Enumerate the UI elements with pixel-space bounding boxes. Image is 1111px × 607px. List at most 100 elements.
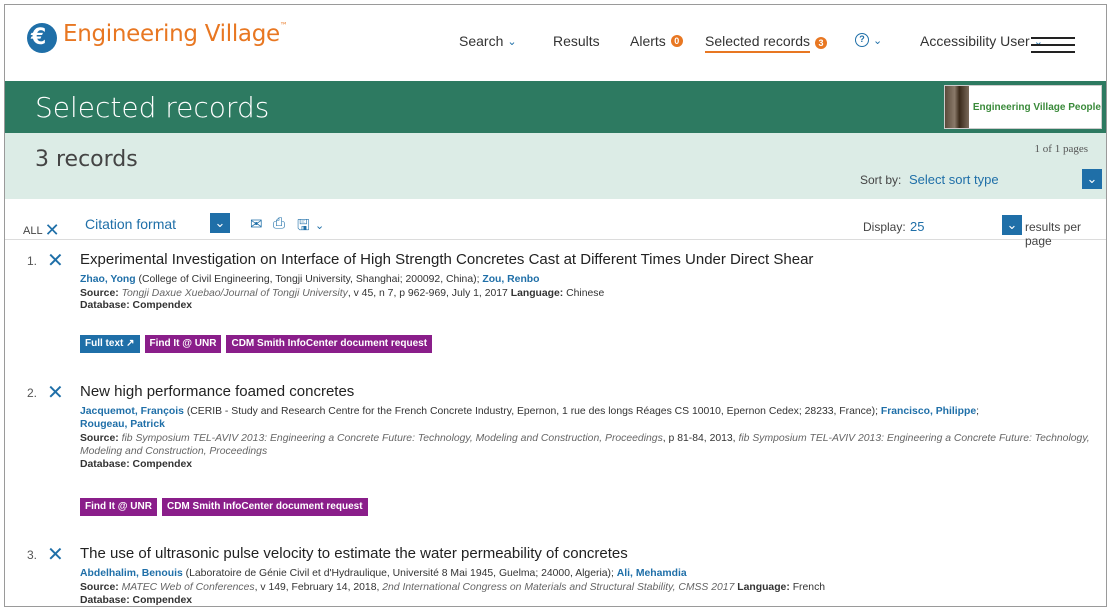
chevron-down-icon[interactable]: ⌄ — [315, 219, 324, 232]
author-separator: ; — [976, 406, 980, 417]
author-affiliation: (CERIB - Study and Research Centre for t… — [183, 406, 881, 417]
chevron-down-icon: ⌄ — [873, 34, 883, 47]
database-label: Database: — [80, 459, 130, 470]
source-label: Source: — [80, 288, 119, 299]
source-title: MATEC Web of Conferences — [121, 582, 255, 593]
full-text-button[interactable]: Full text ↗ — [80, 335, 140, 353]
nav-alerts-label: Alerts — [630, 33, 666, 49]
record-authors: Abdelhalim, Benouis (Laboratoire de Géni… — [80, 567, 1090, 580]
help-icon: ? — [855, 33, 869, 47]
database-label: Database: — [80, 300, 130, 311]
nav-selected-records[interactable]: Selected records 3 — [705, 33, 828, 53]
record-title[interactable]: Experimental Investigation on Interface … — [80, 251, 813, 268]
remove-record-close-icon[interactable]: ✕ — [47, 542, 64, 567]
record-number: 3. — [27, 548, 38, 562]
language-value: Chinese — [563, 288, 605, 299]
nav-user-menu[interactable]: Accessibility User ⌄ — [920, 33, 1043, 49]
page-indicator: 1 of 1 pages — [1034, 143, 1088, 155]
page-title-band: Selected records Engineering Village Peo… — [5, 81, 1106, 133]
email-icon[interactable]: ✉ — [250, 215, 263, 233]
alerts-badge: 0 — [670, 35, 683, 47]
record-actions: Find It @ UNR CDM Smith InfoCenter docum… — [80, 498, 368, 516]
app-frame: € Engineering Village™ Search ⌄ Results … — [4, 4, 1107, 607]
source-title: fib Symposium TEL-AVIV 2013: Engineering… — [121, 433, 663, 444]
author-affiliation: (College of Civil Engineering, Tongji Un… — [135, 274, 483, 285]
chevron-down-icon: ⌄ — [507, 35, 517, 48]
citation-format-chevron-icon[interactable]: ⌄ — [210, 213, 230, 233]
remove-all-button[interactable]: ALL ✕ — [23, 218, 60, 240]
source-label: Source: — [80, 582, 119, 593]
source-details: , p 81-84, 2013, — [662, 433, 739, 444]
record-number: 2. — [27, 386, 38, 400]
record-number: 1. — [27, 254, 38, 268]
engineering-village-logo-icon[interactable]: € — [27, 23, 57, 53]
trademark-symbol: ™ — [279, 21, 288, 30]
language-label: Language: — [510, 288, 564, 299]
results-per-page-chevron-icon[interactable]: ⌄ — [1002, 215, 1022, 235]
nav-selected-records-label: Selected records — [705, 33, 811, 53]
source-conference: 2nd International Congress on Materials … — [382, 582, 735, 593]
page-title: Selected records — [35, 91, 270, 124]
database-label: Database: — [80, 595, 130, 606]
language-label: Language: — [737, 582, 790, 593]
results-per-page-label: results per page — [1025, 220, 1082, 248]
nav-search[interactable]: Search ⌄ — [459, 33, 517, 49]
author-link[interactable]: Zou, Renbo — [482, 274, 539, 285]
records-count: 3 records — [35, 147, 138, 172]
sort-dropdown-chevron-icon[interactable]: ⌄ — [1082, 169, 1102, 189]
source-details: , v 45, n 7, p 962-969, July 1, 2017 — [347, 288, 511, 299]
records-toolbar: ALL ✕ Citation format ⌄ ✉ ⎙ 🖫 ⌄ Display: … — [5, 210, 1106, 248]
nav-search-label: Search — [459, 33, 504, 49]
record-database: Database: Compendex — [80, 299, 1090, 312]
nav-alerts[interactable]: Alerts 0 — [630, 33, 683, 49]
print-icon[interactable]: ⎙ — [273, 215, 285, 232]
top-navigation: € Engineering Village™ Search ⌄ Results … — [5, 5, 1106, 81]
logo-text[interactable]: Engineering Village™ — [63, 21, 288, 47]
record-source: Source: MATEC Web of Conferences, v 149,… — [80, 581, 1090, 594]
author-link[interactable]: Abdelhalim, Benouis — [80, 568, 183, 579]
citation-format-select[interactable]: Citation format — [85, 216, 176, 232]
record-source: Source: fib Symposium TEL-AVIV 2013: Eng… — [80, 432, 1090, 458]
remove-record-close-icon[interactable]: ✕ — [47, 380, 64, 405]
record-title[interactable]: The use of ultrasonic pulse velocity to … — [80, 545, 628, 562]
author-link[interactable]: Ali, Mehamdia — [617, 568, 687, 579]
database-value: Compendex — [129, 459, 193, 470]
record-authors: Zhao, Yong (College of Civil Engineering… — [80, 273, 1090, 286]
cdm-smith-request-button[interactable]: CDM Smith InfoCenter document request — [226, 335, 433, 353]
source-details: , v 149, February 14, 2018, — [254, 582, 383, 593]
people-logo-text: Engineering Village People — [972, 101, 1101, 113]
download-icon[interactable]: 🖫 — [297, 215, 310, 240]
engineering-village-people-logo[interactable]: Engineering Village People — [944, 85, 1102, 129]
find-it-unr-button[interactable]: Find It @ UNR — [80, 498, 157, 516]
author-link[interactable]: Rougeau, Patrick — [80, 419, 165, 430]
record-actions: Full text ↗ Find It @ UNR CDM Smith Info… — [80, 335, 433, 353]
sort-select[interactable]: Select sort type — [909, 172, 999, 187]
nav-help[interactable]: ? ⌄ — [855, 33, 882, 47]
nav-results-label: Results — [553, 33, 600, 49]
nav-results[interactable]: Results — [553, 33, 600, 49]
record-database: Database: Compendex — [80, 594, 1090, 606]
close-icon: ✕ — [44, 220, 60, 240]
hamburger-menu-icon[interactable] — [1031, 37, 1075, 53]
source-label: Source: — [80, 433, 119, 444]
record-authors: Jacquemot, François (CERIB - Study and R… — [80, 405, 1090, 431]
author-link[interactable]: Jacquemot, François — [80, 406, 184, 417]
remove-record-close-icon[interactable]: ✕ — [47, 248, 64, 273]
selected-records-badge: 3 — [815, 37, 828, 49]
database-value: Compendex — [129, 595, 193, 606]
cdm-smith-request-button[interactable]: CDM Smith InfoCenter document request — [161, 498, 368, 516]
user-name: Accessibility User — [920, 33, 1030, 49]
sort-label: Sort by: — [860, 173, 902, 187]
language-value: French — [789, 582, 826, 593]
people-photo-image — [945, 86, 969, 128]
remove-all-label: ALL — [23, 225, 43, 237]
display-label: Display: — [863, 220, 906, 234]
display-count-select[interactable]: 25 — [910, 219, 924, 234]
database-value: Compendex — [129, 300, 193, 311]
find-it-unr-button[interactable]: Find It @ UNR — [144, 335, 222, 353]
author-link[interactable]: Francisco, Philippe — [881, 406, 976, 417]
author-link[interactable]: Zhao, Yong — [80, 274, 136, 285]
source-title: Tongji Daxue Xuebao/Journal of Tongji Un… — [121, 288, 348, 299]
author-affiliation: (Laboratoire de Génie Civil et d'Hydraul… — [182, 568, 617, 579]
record-title[interactable]: New high performance foamed concretes — [80, 383, 354, 400]
